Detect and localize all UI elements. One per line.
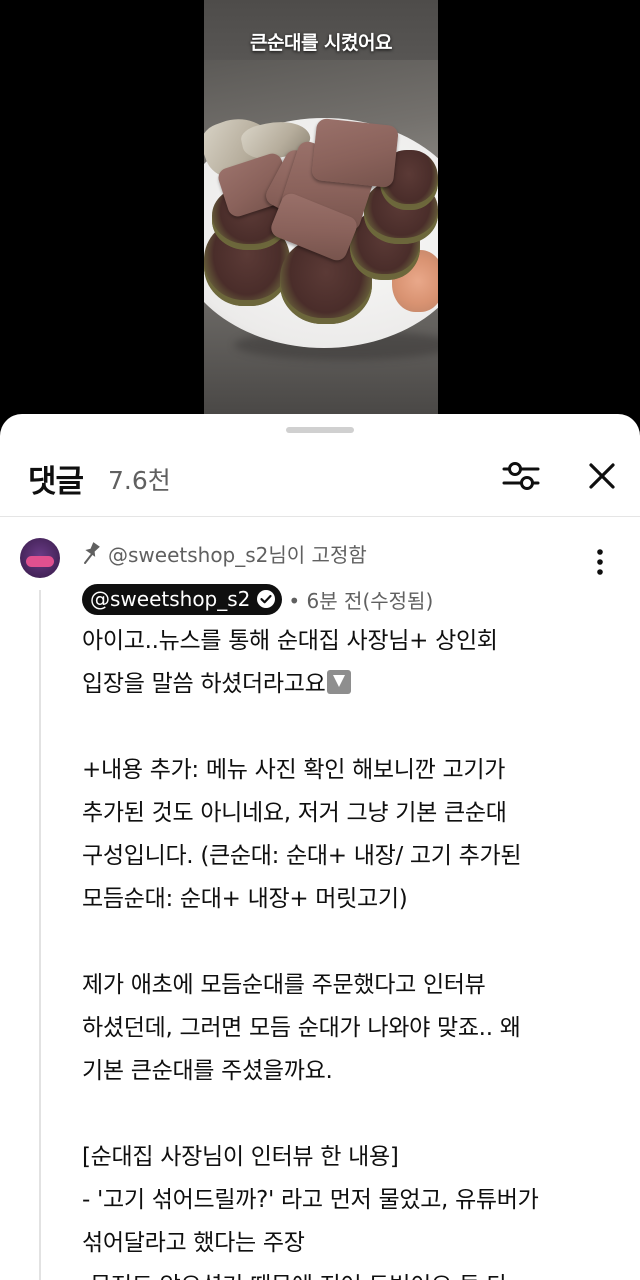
comment-line: 구성입니다. (큰순대: 순대+ 내장/ 고기 추가된 xyxy=(82,843,522,869)
pinned-label: @sweetshop_s2님이 고정함 xyxy=(82,538,367,568)
author-chip[interactable]: @sweetshop_s2 xyxy=(82,583,283,615)
comment-line: 하셨던데, 그러면 모듬 순대가 나와야 맞죠.. 왜 xyxy=(82,1015,521,1041)
comments-sheet: 댓글 7.6천 @sweetshop_s2님이 고정함 @sweetshop_s… xyxy=(0,414,640,1280)
comment-line: 아이고..뉴스를 통해 순대집 사장님+ 상인회 xyxy=(82,628,498,654)
comment-line: 섞어달라고 했다는 주장 xyxy=(82,1230,305,1256)
close-icon xyxy=(589,463,615,489)
comment-more-button[interactable] xyxy=(586,542,614,582)
comment-line: - '고기 섞어드릴까?' 라고 먼저 물었고, 유튜버가 xyxy=(82,1187,539,1213)
comment-text: 아이고..뉴스를 통해 순대집 사장님+ 상인회 입장을 말씀 하셨더라고요 +… xyxy=(82,620,612,1280)
thread-line xyxy=(39,590,41,1280)
check-circle-icon xyxy=(257,590,276,608)
header-divider xyxy=(0,516,640,517)
down-arrow-emoji xyxy=(327,670,352,694)
comment-line: +내용 추가: 메뉴 사진 확인 해보니깐 고기가 xyxy=(82,757,506,783)
liver-slice xyxy=(310,117,400,189)
sort-filter-button[interactable] xyxy=(499,454,543,498)
avatar[interactable] xyxy=(20,538,60,578)
comments-count: 7.6천 xyxy=(108,466,171,495)
comments-header: 댓글 7.6천 xyxy=(0,442,640,512)
drag-handle[interactable] xyxy=(286,427,354,433)
comment-line: 추가된 것도 아니네요, 저거 그냥 기본 큰순대 xyxy=(82,800,507,826)
video-player[interactable]: 큰순대를 시켰어요 xyxy=(0,0,640,430)
pinned-by-text: @sweetshop_s2님이 고정함 xyxy=(108,542,367,567)
comment-line: 입장을 말씀 하셨더라고요 xyxy=(82,663,612,706)
comment-timestamp: • 6분 전(수정됨) xyxy=(288,588,434,613)
comment-line: 제가 애초에 모듬순대를 주문했다고 인터뷰 xyxy=(82,972,486,998)
video-frame[interactable]: 큰순대를 시켰어요 xyxy=(204,0,438,414)
close-button[interactable] xyxy=(580,454,624,498)
sliders-icon xyxy=(502,462,540,490)
pin-icon xyxy=(84,542,100,564)
comment-line: [순대집 사장님이 인터뷰 한 내용] xyxy=(82,1144,399,1170)
comment-line: -무전도 않으셨기 때문에 지어 두번이요 둘 다 xyxy=(82,1265,612,1280)
author-name: @sweetshop_s2 xyxy=(90,587,251,611)
comment-line: 기본 큰순대를 주셨을까요. xyxy=(82,1058,333,1084)
more-vert-icon xyxy=(597,549,603,575)
comments-title: 댓글 xyxy=(28,464,84,500)
video-caption: 큰순대를 시켰어요 xyxy=(250,32,392,54)
avatar-logo xyxy=(26,556,54,567)
comment-meta: @sweetshop_s2 • 6분 전(수정됨) xyxy=(82,582,433,616)
comment-line: 모듬순대: 순대+ 내장+ 머릿고기) xyxy=(82,886,408,912)
